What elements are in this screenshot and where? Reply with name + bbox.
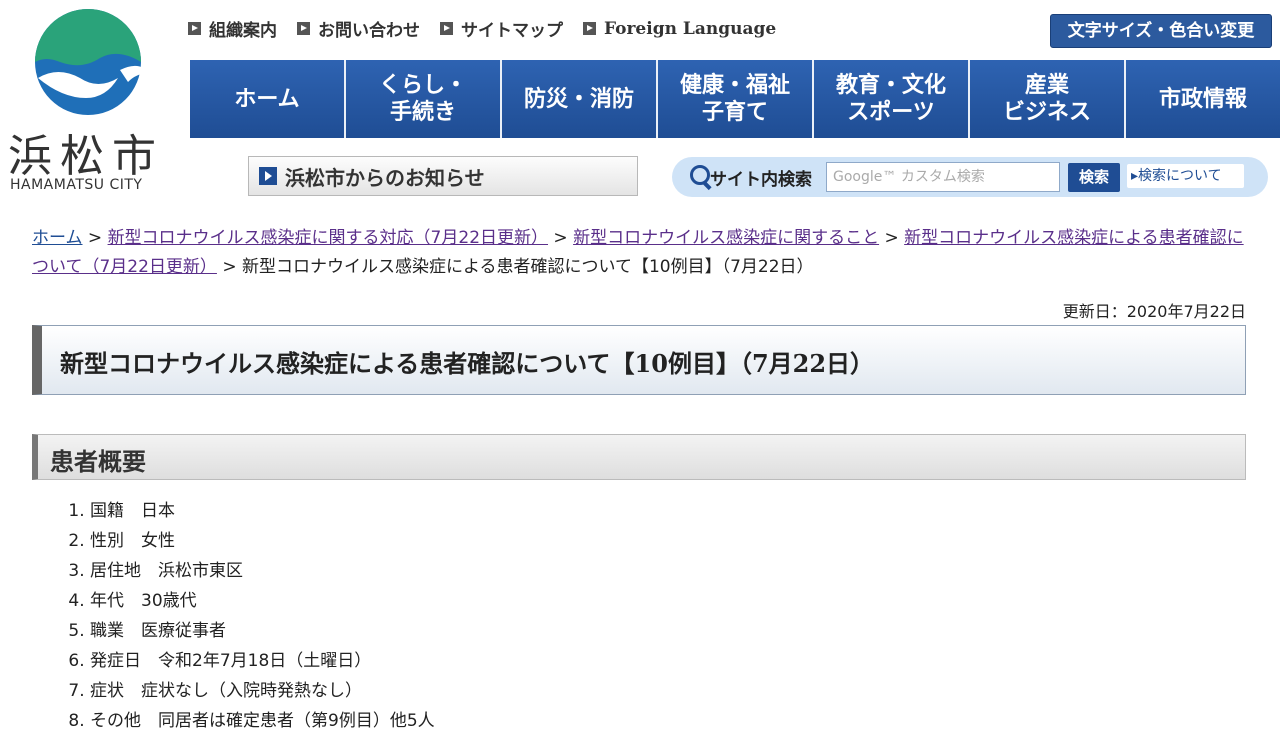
util-label: Foreign Language — [604, 18, 777, 39]
search-about-label: 検索について — [1138, 168, 1222, 184]
util-sitemap-link[interactable]: サイトマップ — [440, 16, 563, 41]
arrow-icon — [297, 22, 310, 35]
list-item: 症状 症状なし（入院時発熱なし） — [90, 676, 435, 706]
breadcrumb-separator: > — [82, 228, 108, 248]
font-color-settings-button[interactable]: 文字サイズ・色合い変更 — [1050, 14, 1272, 48]
breadcrumb-home[interactable]: ホーム — [32, 228, 83, 248]
breadcrumb: ホーム > 新型コロナウイルス感染症に関する対応（7月22日更新） > 新型コロ… — [32, 224, 1247, 282]
utility-nav: 組織案内 お問い合わせ サイトマップ Foreign Language — [188, 16, 776, 41]
arrow-icon — [583, 22, 596, 35]
list-item: 居住地 浜松市東区 — [90, 556, 435, 586]
nav-city-admin[interactable]: 市政情報 — [1126, 60, 1280, 138]
search-icon — [690, 165, 710, 185]
list-item: その他 同居者は確定患者（第9例目）他5人 — [90, 706, 435, 736]
city-logo[interactable]: 浜松市 HAMAMATSU CITY — [0, 0, 180, 200]
breadcrumb-link-about[interactable]: 新型コロナウイルス感染症に関すること — [573, 228, 879, 248]
util-label: サイトマップ — [461, 21, 563, 41]
nav-business[interactable]: 産業 ビジネス — [970, 60, 1126, 138]
nav-education[interactable]: 教育・文化 スポーツ — [814, 60, 970, 138]
section-heading: 患者概要 — [50, 447, 146, 476]
site-search: サイト内検索 検索 ▸検索について — [672, 157, 1268, 197]
logo-english: HAMAMATSU CITY — [10, 177, 143, 193]
nav-disaster[interactable]: 防災・消防 — [502, 60, 658, 138]
nav-living[interactable]: くらし・ 手続き — [346, 60, 502, 138]
logo-name: 浜松市 — [8, 131, 164, 182]
util-label: 組織案内 — [209, 21, 277, 41]
util-org-link[interactable]: 組織案内 — [188, 16, 277, 41]
nav-home[interactable]: ホーム — [190, 60, 346, 138]
breadcrumb-current: 新型コロナウイルス感染症による患者確認について【10例目】（7月22日） — [242, 257, 814, 277]
util-contact-link[interactable]: お問い合わせ — [297, 16, 420, 41]
breadcrumb-link-response[interactable]: 新型コロナウイルス感染症に関する対応（7月22日更新） — [108, 228, 548, 248]
search-about-link[interactable]: ▸検索について — [1127, 164, 1244, 188]
city-notice-button[interactable]: 浜松市からのお知らせ — [248, 156, 638, 196]
breadcrumb-separator: > — [879, 228, 905, 248]
section-heading-box: 患者概要 — [32, 434, 1246, 480]
global-nav: ホーム くらし・ 手続き 防災・消防 健康・福祉 子育て 教育・文化 スポーツ … — [190, 60, 1280, 138]
list-item: 職業 医療従事者 — [90, 616, 435, 646]
breadcrumb-separator: > — [548, 228, 574, 248]
list-item: 年代 30歳代 — [90, 586, 435, 616]
arrow-icon — [259, 167, 277, 185]
notice-label: 浜松市からのお知らせ — [285, 165, 485, 190]
arrow-icon — [440, 22, 453, 35]
logo-mark-icon — [35, 9, 150, 115]
breadcrumb-separator: > — [216, 257, 242, 277]
list-item: 発症日 令和2年7月18日（土曜日） — [90, 646, 435, 676]
util-label: お問い合わせ — [318, 21, 420, 41]
nav-health[interactable]: 健康・福祉 子育て — [658, 60, 814, 138]
patient-info-list: 国籍 日本 性別 女性 居住地 浜松市東区 年代 30歳代 職業 医療従事者 発… — [60, 496, 435, 736]
search-button[interactable]: 検索 — [1068, 163, 1120, 192]
util-foreign-language-link[interactable]: Foreign Language — [583, 16, 776, 41]
list-item: 国籍 日本 — [90, 496, 435, 526]
page-title-box: 新型コロナウイルス感染症による患者確認について【10例目】（7月22日） — [32, 325, 1246, 395]
search-label: サイト内検索 — [710, 170, 812, 190]
list-item: 性別 女性 — [90, 526, 435, 556]
arrow-icon — [188, 22, 201, 35]
page-title: 新型コロナウイルス感染症による患者確認について【10例目】（7月22日） — [60, 349, 875, 378]
search-input[interactable] — [826, 162, 1060, 192]
updated-date: 更新日：2020年7月22日 — [1062, 302, 1246, 321]
